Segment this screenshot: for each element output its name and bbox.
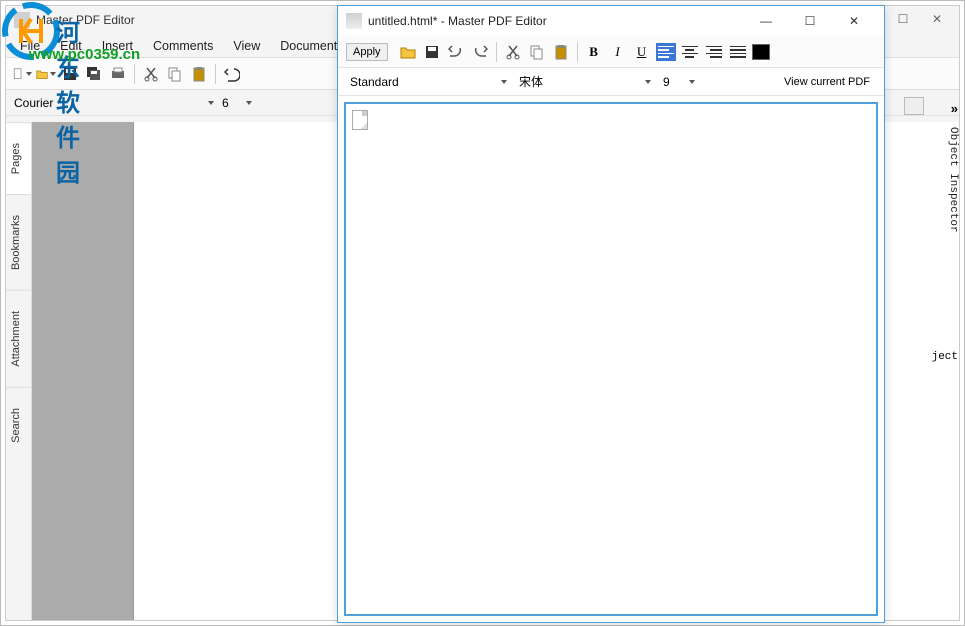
- font-family-select[interactable]: Courier: [14, 96, 214, 110]
- open-icon[interactable]: [398, 42, 418, 62]
- color-swatch[interactable]: [752, 44, 770, 60]
- font-size-value: 6: [222, 96, 229, 110]
- chevron-down-icon: [208, 101, 214, 105]
- separator: [577, 42, 578, 62]
- save-icon[interactable]: [60, 64, 80, 84]
- dialog-min-button[interactable]: —: [744, 7, 788, 35]
- print-icon[interactable]: [108, 64, 128, 84]
- dialog-font-row: Standard 宋体 9 View current PDF: [338, 68, 884, 96]
- tab-attachment[interactable]: Attachment: [6, 290, 31, 387]
- italic-button[interactable]: I: [608, 42, 628, 62]
- font-family-value: Courier: [14, 96, 53, 110]
- dialog-close-button[interactable]: ✕: [832, 7, 876, 35]
- style-value: Standard: [350, 75, 399, 89]
- cut-icon[interactable]: [141, 64, 161, 84]
- font-family-value: 宋体: [519, 73, 543, 90]
- font-size-select[interactable]: 6: [222, 96, 252, 110]
- copy-icon[interactable]: [527, 42, 547, 62]
- menu-document[interactable]: Document: [270, 36, 347, 56]
- cut-icon[interactable]: [503, 42, 523, 62]
- chevron-down-icon: [689, 80, 695, 84]
- new-icon[interactable]: [12, 64, 32, 84]
- editor-content-area[interactable]: [344, 102, 878, 616]
- align-left-button[interactable]: [656, 43, 676, 61]
- main-close-button[interactable]: ✕: [925, 12, 949, 26]
- copy-icon[interactable]: [165, 64, 185, 84]
- side-tabs: Pages Bookmarks Attachment Search: [6, 122, 32, 620]
- redo-icon[interactable]: [470, 42, 490, 62]
- apply-button[interactable]: Apply: [346, 43, 388, 61]
- view-pdf-button[interactable]: View current PDF: [778, 76, 876, 88]
- align-center-button[interactable]: [680, 43, 700, 61]
- overflow-chevron-icon[interactable]: »: [951, 101, 958, 116]
- dialog-toolbar: Apply B I U: [338, 36, 884, 68]
- dialog-titlebar[interactable]: untitled.html* - Master PDF Editor — ☐ ✕: [338, 6, 884, 36]
- object-inspector-tab[interactable]: Object Inspector: [944, 121, 962, 239]
- chevron-down-icon: [246, 101, 252, 105]
- tab-bookmarks[interactable]: Bookmarks: [6, 194, 31, 290]
- editor-dialog: untitled.html* - Master PDF Editor — ☐ ✕…: [337, 5, 885, 623]
- dialog-window-controls: — ☐ ✕: [744, 7, 876, 35]
- open-icon[interactable]: [36, 64, 56, 84]
- dialog-max-button[interactable]: ☐: [788, 7, 832, 35]
- menu-view[interactable]: View: [223, 36, 270, 56]
- menu-insert[interactable]: Insert: [92, 36, 143, 56]
- thumbnail-panel[interactable]: [32, 122, 134, 620]
- save-icon[interactable]: [422, 42, 442, 62]
- menu-edit[interactable]: Edit: [50, 36, 92, 56]
- undo-icon[interactable]: [446, 42, 466, 62]
- dialog-title: untitled.html* - Master PDF Editor: [368, 14, 744, 28]
- paste-icon[interactable]: [551, 42, 571, 62]
- main-max-button[interactable]: ☐: [891, 12, 915, 26]
- paste-icon[interactable]: [189, 64, 209, 84]
- chevron-down-icon: [645, 80, 651, 84]
- font-family-select[interactable]: 宋体: [515, 73, 655, 90]
- font-size-value: 9: [663, 75, 670, 89]
- save-all-icon[interactable]: [84, 64, 104, 84]
- separator: [215, 64, 216, 84]
- bold-button[interactable]: B: [584, 42, 604, 62]
- align-justify-button[interactable]: [728, 43, 748, 61]
- style-select[interactable]: Standard: [346, 75, 511, 89]
- app-title: Master PDF Editor: [36, 13, 135, 27]
- menu-comments[interactable]: Comments: [143, 36, 223, 56]
- partial-label: ject: [932, 351, 958, 363]
- font-size-select[interactable]: 9: [659, 75, 699, 89]
- dialog-icon: [346, 13, 362, 29]
- panel-toggle-icon[interactable]: [904, 97, 924, 115]
- separator: [134, 64, 135, 84]
- align-right-button[interactable]: [704, 43, 724, 61]
- undo-icon[interactable]: [222, 64, 242, 84]
- page-icon: [352, 110, 368, 130]
- tab-search[interactable]: Search: [6, 387, 31, 463]
- tab-pages[interactable]: Pages: [6, 122, 31, 194]
- app-icon: [14, 12, 30, 28]
- chevron-down-icon: [501, 80, 507, 84]
- menu-file[interactable]: File: [10, 36, 50, 56]
- separator: [496, 42, 497, 62]
- underline-button[interactable]: U: [632, 42, 652, 62]
